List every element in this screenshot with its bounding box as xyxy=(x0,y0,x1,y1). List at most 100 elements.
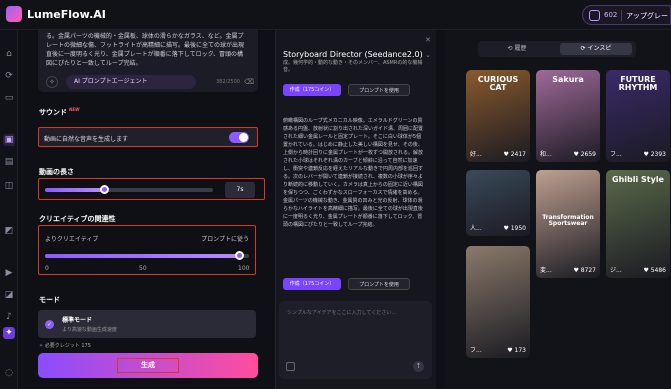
creativity-right-label: プロンプトに従う xyxy=(201,236,249,243)
required-credits-text: 必要クレジット 175 xyxy=(44,343,91,349)
use-prompt-button-2[interactable]: プロンプトを使用 xyxy=(348,278,410,290)
send-icon[interactable]: ↑ xyxy=(413,361,424,372)
music-icon[interactable]: ♪ xyxy=(3,311,15,323)
duration-handle[interactable] xyxy=(99,185,109,194)
tab-inspiration-label: インスピ xyxy=(587,45,612,52)
creativity-fill xyxy=(45,254,239,258)
new-badge: NEW xyxy=(69,107,80,112)
generate-button[interactable]: 生成 xyxy=(38,353,258,378)
create-button-2[interactable]: 作成（175コイン） xyxy=(283,278,341,290)
home-icon[interactable]: ⌂ xyxy=(3,48,15,60)
loop-icon[interactable]: ⟳ xyxy=(3,70,15,82)
tick-50: 50 xyxy=(139,265,147,272)
close-icon[interactable]: ✕ xyxy=(425,36,431,44)
creativity-section-title: クリエイティブの関連性 xyxy=(39,215,116,223)
check-icon: ✓ xyxy=(45,320,54,329)
credits-upgrade[interactable]: 602 アップグレー xyxy=(582,5,671,25)
generate-label: 生成 xyxy=(117,358,179,373)
left-rail: ⌂ ⟳ ▭ ▣ ▤ ◫ ◩ ▶ ◪ ♪ ✦ ◌ xyxy=(0,30,18,389)
card-caption: ジ... xyxy=(610,267,622,274)
mode-desc: より高速な動画生成速度 xyxy=(62,327,117,333)
card-title-text: Transformation Sportswear xyxy=(542,214,594,228)
mode-name: 標準モード xyxy=(62,317,93,324)
sound-toggle[interactable] xyxy=(229,132,249,143)
edit-image-icon[interactable]: ◩ xyxy=(3,225,15,237)
card-caption: 変... xyxy=(540,267,552,274)
idea-input[interactable]: シンプルなアイデアをここに入力してください... ↑ xyxy=(279,301,432,379)
gallery-card[interactable]: フ... ♥ 173 xyxy=(466,246,530,358)
attach-image-icon[interactable] xyxy=(286,362,295,371)
gallery-card[interactable]: CURIOUS CAT 好... ♥ 2417 xyxy=(466,70,530,162)
tick-0: 0 xyxy=(45,265,49,272)
sound-toggle-row[interactable]: 動画に自然な音声を生成します xyxy=(38,127,258,147)
create-button[interactable]: 作成（175コイン） xyxy=(283,84,341,96)
prompt-box[interactable]: る。金属パーツの機械的・金属板、球体の滑らかなガラス、など。金属プレートの微細な… xyxy=(38,30,258,92)
credits-count: 602 xyxy=(604,11,618,19)
idea-placeholder: シンプルなアイデアをここに入力してください... xyxy=(287,310,397,316)
tab-inspiration[interactable]: ⟳ インスピ xyxy=(560,43,632,55)
gallery-card[interactable]: FUTURE RHYTHM フ... ♥ 2393 xyxy=(606,70,670,162)
duration-row: 7s xyxy=(38,178,265,200)
card-likes: ♥ 2659 xyxy=(573,151,596,158)
card-likes: ♥ 8727 xyxy=(573,267,596,274)
chat-icon[interactable]: ◌ xyxy=(3,367,15,379)
folder-icon[interactable]: ▭ xyxy=(3,92,15,104)
tick-100: 100 xyxy=(238,265,250,272)
mode-section-title: モード xyxy=(39,296,60,304)
tab-history[interactable]: ⟲ 履歴 xyxy=(482,43,552,55)
storyboard-title: Storyboard Director (Seedance2.0) xyxy=(283,50,423,59)
film-icon[interactable]: ▤ xyxy=(3,156,15,168)
card-caption: 和... xyxy=(540,151,552,158)
card-caption: フ... xyxy=(470,347,482,354)
card-title-text: FUTURE RHYTHM xyxy=(618,75,658,93)
creativity-left-label: よりクリエイティブ xyxy=(45,236,99,243)
card-caption: フ... xyxy=(610,151,622,158)
gallery-tabs: ⟲ 履歴 ⟳ インスピ xyxy=(478,41,636,57)
gallery-card[interactable]: 人... ♥ 1950 xyxy=(466,170,530,236)
creativity-slider[interactable] xyxy=(45,251,249,260)
layers-icon[interactable]: ◫ xyxy=(3,180,15,192)
sound-label: サウンド xyxy=(39,108,67,117)
sound-toggle-label: 動画に自然な音声を生成します xyxy=(44,136,129,143)
gallery-card[interactable]: Ghibli Style ジ... ♥ 5486 xyxy=(606,170,670,278)
lightbulb-icon[interactable]: ✧ xyxy=(46,76,58,88)
creativity-handle[interactable] xyxy=(234,251,244,260)
gift-icon[interactable]: ✦ xyxy=(3,327,15,339)
credits-icon xyxy=(589,10,600,21)
required-credits: ✧ 必要クレジット 175 xyxy=(39,343,91,349)
card-caption: 人... xyxy=(470,225,482,232)
mode-option[interactable]: ✓ 標準モード より高速な動画生成速度 xyxy=(38,310,256,338)
photo-icon[interactable]: ◪ xyxy=(3,289,15,301)
card-likes: ♥ 1950 xyxy=(503,225,526,232)
card-likes: ♥ 5486 xyxy=(643,267,666,274)
upgrade-button[interactable]: アップグレー xyxy=(626,11,668,21)
clear-icon[interactable]: ⌫ xyxy=(244,78,254,86)
image-video-icon[interactable]: ▣ xyxy=(3,134,15,146)
tab-history-label: 履歴 xyxy=(514,45,527,52)
gallery-card[interactable]: Transformation Sportswear 変... ♥ 8727 xyxy=(536,170,600,278)
sound-section-title: サウンド NEW xyxy=(39,107,80,117)
duration-fill xyxy=(45,188,104,192)
creativity-row: よりクリエイティブ プロンプトに従う 0 50 100 xyxy=(38,225,256,275)
storyboard-subtitle: 成。幾何学的・動的な動き・そのメンバー、ASMRの的な機械音。 xyxy=(283,60,423,73)
ai-prompt-agent-button[interactable]: AI プロンプトエージェント xyxy=(66,75,196,89)
card-title-text: CURIOUS CAT xyxy=(477,75,519,93)
card-caption: 好... xyxy=(470,151,482,158)
prompt-text[interactable]: る。金属パーツの機械的・金属板、球体の滑らかなガラス、など。金属プレートの微細な… xyxy=(46,32,246,68)
char-count: 382/2500 xyxy=(216,79,240,85)
app-title: LumeFlow.AI xyxy=(27,8,106,21)
divider xyxy=(621,10,622,21)
duration-slider[interactable] xyxy=(45,185,213,194)
app-logo-icon xyxy=(6,6,22,22)
gallery-card[interactable]: Sakura 和... ♥ 2659 xyxy=(536,70,600,162)
card-likes: ♥ 2393 xyxy=(643,151,666,158)
card-likes: ♥ 2417 xyxy=(503,151,526,158)
storyboard-body: 俯瞰構図のループ式メカニカル映像。エメラルドグリーンの質感ある円盤、放射状に割り… xyxy=(283,118,424,228)
use-prompt-button[interactable]: プロンプトを使用 xyxy=(348,84,410,96)
chevron-down-icon[interactable]: ⌄ xyxy=(425,51,431,59)
duration-value[interactable]: 7s xyxy=(225,182,255,198)
card-title-text: Ghibli Style xyxy=(612,175,664,184)
card-likes: ♥ 173 xyxy=(507,347,526,354)
card-title-text: Sakura xyxy=(552,75,584,84)
video-icon[interactable]: ▶ xyxy=(3,267,15,279)
